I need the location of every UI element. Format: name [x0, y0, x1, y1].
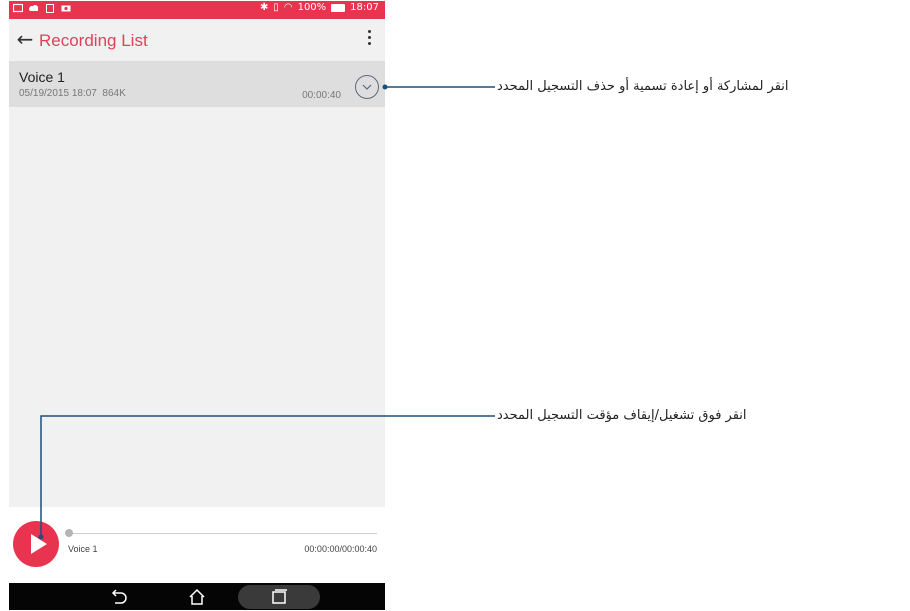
play-callout-line — [40, 415, 495, 537]
menu-callout-text: انقر لمشاركة أو إعادة تسمية أو حذف التسج… — [497, 79, 789, 94]
menu-callout-dot — [382, 84, 388, 90]
play-callout-dot — [38, 534, 44, 540]
play-callout-text: انقر فوق تشغيل/إيقاف مؤقت التسجيل المحدد — [497, 408, 747, 423]
